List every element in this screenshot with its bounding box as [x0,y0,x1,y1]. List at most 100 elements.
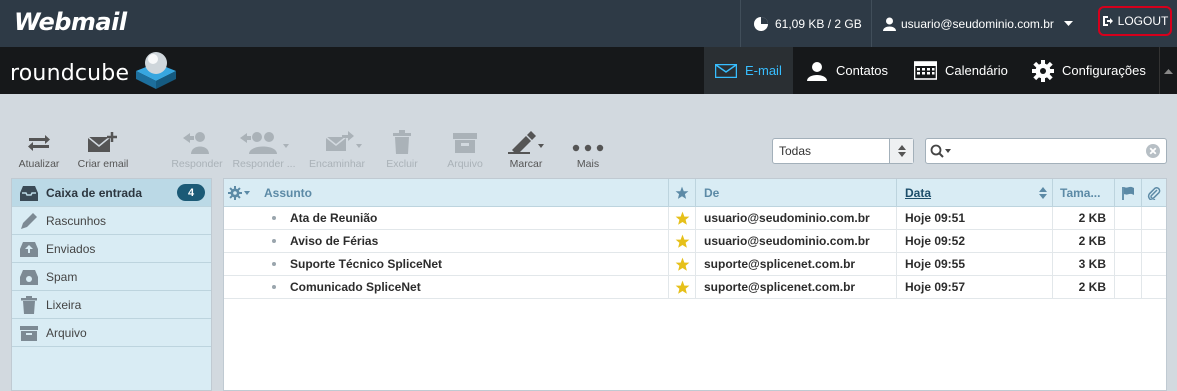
search-filter-select[interactable]: Todas [772,138,914,164]
collapse-arrow-icon[interactable] [1159,47,1177,94]
pie-chart-icon [753,16,775,32]
star-icon [675,234,689,248]
brand-title: Webmail [14,8,127,36]
delete-button[interactable]: Excluir [384,130,420,170]
refresh-label: Atualizar [18,158,60,170]
column-from[interactable]: De [695,179,896,207]
nav-email-label: E-mail [745,63,782,78]
star-icon [675,211,689,225]
logo-cube-icon [136,52,177,89]
status-flag-cell[interactable] [1114,207,1141,229]
message-size: 2 KB [1052,230,1114,252]
column-attachment[interactable] [1141,179,1166,207]
status-flag-cell[interactable] [1114,230,1141,252]
mark-button[interactable]: Marcar [505,130,547,170]
refresh-button[interactable]: Atualizar [17,130,61,170]
message-subject-cell: Aviso de Férias [224,230,668,252]
status-dot-icon [272,285,276,289]
search-box[interactable] [925,138,1167,164]
trash-icon [393,130,411,154]
folder-spam-label: Spam [46,269,78,284]
column-status-flag[interactable] [1114,179,1141,207]
message-size: 2 KB [1052,207,1114,229]
sent-icon [20,241,46,257]
flag-cell[interactable] [668,253,695,275]
reply-button[interactable]: Responder [169,130,225,170]
message-list: Assunto De Data Tama... Ata de Reunião u… [223,178,1167,391]
nav-contacts[interactable]: Contatos [806,47,888,94]
status-flag-cell[interactable] [1114,276,1141,298]
folder-trash[interactable]: Lixeira [12,291,211,319]
search-filter-value: Todas [779,144,812,158]
flag-icon [1122,186,1134,200]
folder-sent[interactable]: Enviados [12,235,211,263]
mark-label: Marcar [509,158,543,170]
archive-icon [20,325,46,341]
message-date: Hoje 09:55 [896,253,1052,275]
clear-search-icon[interactable] [1146,144,1160,158]
message-from: suporte@splicenet.com.br [695,253,896,275]
message-size: 2 KB [1052,276,1114,298]
archive-label: Arquivo [447,158,483,170]
folder-archive[interactable]: Arquivo [12,319,211,347]
attachment-cell [1141,230,1166,252]
forward-button[interactable]: Encaminhar [306,130,368,170]
nav-calendar[interactable]: Calendário [914,47,1008,94]
compose-label: Criar email [77,158,129,170]
flag-cell[interactable] [668,207,695,229]
column-date[interactable]: Data [896,179,1052,207]
logo-text: roundcube [10,60,130,86]
reply-label: Responder [171,158,223,170]
star-icon [675,257,689,271]
delete-label: Excluir [386,158,418,170]
attachment-cell [1141,276,1166,298]
list-options-button[interactable] [224,179,258,207]
sort-arrows-icon [1039,187,1047,199]
table-row[interactable]: Suporte Técnico SpliceNet suporte@splice… [224,253,1166,276]
logout-label: LOGOUT [1117,14,1169,28]
pen-icon [508,131,544,154]
roundcube-logo[interactable]: roundcube [10,52,180,89]
table-row[interactable]: Aviso de Férias usuario@seudominio.com.b… [224,230,1166,253]
folder-drafts[interactable]: Rascunhos [12,207,211,235]
column-from-label: De [704,186,720,200]
logout-icon [1102,15,1118,27]
reply-all-icon [240,132,289,154]
message-size: 3 KB [1052,253,1114,275]
folder-sent-label: Enviados [46,241,96,256]
table-row[interactable]: Ata de Reunião usuario@seudominio.com.br… [224,207,1166,230]
reply-all-button[interactable]: Responder ... [231,130,297,170]
refresh-icon [28,135,50,151]
column-subject[interactable]: Assunto [258,179,668,207]
logout-button[interactable]: LOGOUT [1098,6,1172,36]
more-button[interactable]: Mais [570,130,606,170]
flag-cell[interactable] [668,276,695,298]
forward-label: Encaminhar [308,158,366,170]
flag-cell[interactable] [668,230,695,252]
column-subject-label: Assunto [264,186,312,200]
message-from: usuario@seudominio.com.br [695,207,896,229]
status-dot-icon [272,239,276,243]
inbox-icon [20,185,46,201]
unread-count-badge: 4 [177,184,205,201]
column-size[interactable]: Tama... [1052,179,1114,207]
search-input[interactable] [956,142,1136,160]
nav-email[interactable]: E-mail [704,47,793,94]
folder-archive-label: Arquivo [46,325,87,340]
search-icon[interactable] [930,144,952,158]
attachment-cell [1141,207,1166,229]
compose-button[interactable]: Criar email [75,130,131,170]
spam-icon [20,269,46,285]
nav-settings[interactable]: Configurações [1032,47,1146,94]
folder-spam[interactable]: Spam [12,263,211,291]
archive-button[interactable]: Arquivo [443,130,487,170]
column-flag[interactable] [668,179,695,207]
message-date: Hoje 09:51 [896,207,1052,229]
status-flag-cell[interactable] [1114,253,1141,275]
reply-all-label: Responder ... [232,158,296,170]
user-menu[interactable]: usuario@seudominio.com.br [871,0,1097,47]
folder-inbox[interactable]: Caixa de entrada 4 [12,179,211,207]
table-row[interactable]: Comunicado SpliceNet suporte@splicenet.c… [224,276,1166,299]
more-label: Mais [576,158,600,170]
nav-calendar-label: Calendário [945,63,1008,78]
